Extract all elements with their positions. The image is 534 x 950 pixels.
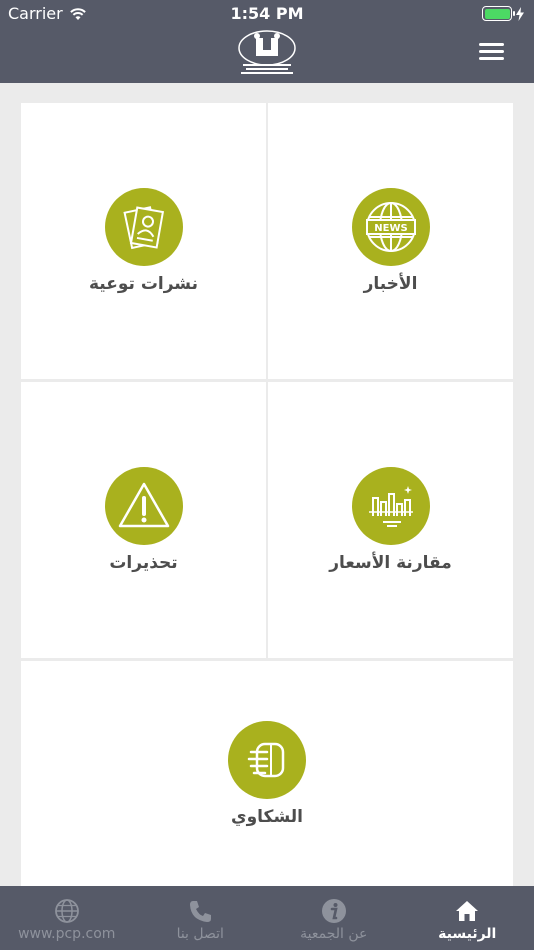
warnings-card[interactable]: تحذيرات bbox=[21, 382, 266, 658]
complaint-hand-icon bbox=[228, 720, 306, 799]
tab-website[interactable]: www.pcp.com bbox=[0, 886, 134, 950]
price-comparison-card[interactable]: مقارنة الأسعار bbox=[268, 382, 513, 658]
home-icon bbox=[456, 901, 479, 921]
news-globe-icon: NEWS bbox=[351, 188, 430, 266]
status-time: 1:54 PM bbox=[230, 4, 304, 23]
app-header: Carrier 1:54 PM bbox=[0, 0, 534, 83]
bulletins-card[interactable]: نشرات توعية bbox=[21, 103, 266, 379]
tab-home[interactable]: الرئيسية bbox=[401, 886, 534, 950]
charging-bolt-icon bbox=[516, 6, 524, 21]
svg-text:NEWS: NEWS bbox=[374, 223, 407, 234]
tab-about-label: عن الجمعية bbox=[300, 926, 368, 942]
warning-triangle-icon bbox=[104, 467, 183, 545]
battery-indicator bbox=[482, 6, 524, 21]
pcp-logo[interactable] bbox=[237, 30, 297, 78]
price-chart-icon bbox=[351, 467, 430, 545]
bulletin-papers-icon bbox=[104, 188, 183, 266]
info-icon bbox=[321, 899, 346, 923]
tab-bar: www.pcp.com اتصل بنا عن الجمعية الرئيسية bbox=[0, 886, 534, 950]
news-card[interactable]: NEWS الأخبار bbox=[268, 103, 513, 379]
status-bar: Carrier 1:54 PM bbox=[0, 0, 534, 28]
phone-icon bbox=[190, 901, 212, 922]
menu-button[interactable] bbox=[479, 43, 504, 63]
news-label: الأخبار bbox=[363, 274, 418, 294]
complaints-card[interactable]: الشكاوي bbox=[21, 661, 513, 886]
tab-about[interactable]: عن الجمعية bbox=[267, 886, 401, 950]
home-grid: NEWS الأخبار نشرات توعية مقارنة الأسعار … bbox=[21, 103, 513, 886]
price-comparison-label: مقارنة الأسعار bbox=[329, 553, 452, 573]
tab-home-label: الرئيسية bbox=[438, 926, 497, 942]
bulletins-label: نشرات توعية bbox=[89, 274, 198, 294]
tab-contact[interactable]: اتصل بنا bbox=[134, 886, 268, 950]
tab-website-label: www.pcp.com bbox=[18, 926, 116, 942]
hamburger-icon bbox=[479, 43, 504, 46]
battery-icon bbox=[482, 6, 515, 21]
globe-icon bbox=[54, 899, 79, 923]
warnings-label: تحذيرات bbox=[109, 553, 178, 573]
complaints-label: الشكاوي bbox=[231, 806, 303, 827]
tab-contact-label: اتصل بنا bbox=[176, 926, 224, 942]
